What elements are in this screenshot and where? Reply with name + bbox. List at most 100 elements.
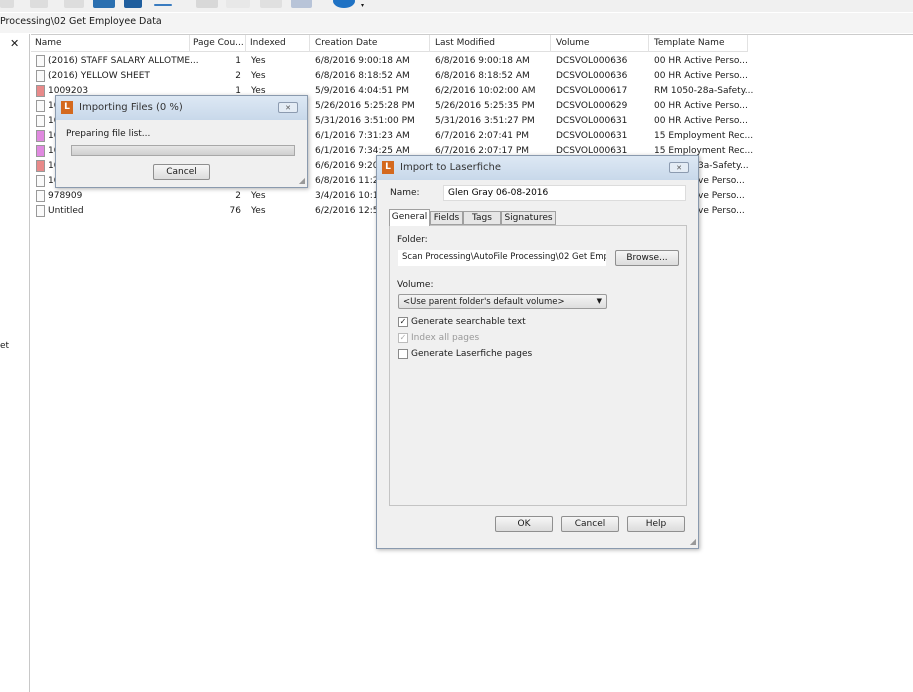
document-icon: [36, 175, 45, 187]
cell-template-name: 3a-Safety...: [698, 161, 749, 171]
table-row[interactable]: (2016) YELLOW SHEET 2 Yes 6/8/2016 8:18:…: [31, 69, 748, 84]
col-template-name[interactable]: Template Name: [654, 38, 724, 48]
checkbox[interactable]: ✓: [398, 317, 408, 327]
cell-last-modified: 6/7/2016 2:07:41 PM: [435, 131, 530, 141]
dropdown-icon[interactable]: ▾: [361, 2, 364, 9]
ok-button[interactable]: OK: [495, 516, 553, 532]
cell-creation-date: 6/8/2016 8:18:52 AM: [315, 71, 410, 81]
checkbox-label: Index all pages: [411, 333, 480, 343]
col-page-count[interactable]: Page Cou...: [193, 38, 244, 48]
cell-creation-date: 5/31/2016 3:51:00 PM: [315, 116, 415, 126]
scanner-icon[interactable]: [93, 0, 115, 8]
laserfiche-logo-icon: L: [61, 101, 73, 114]
left-pane-text: et: [0, 341, 10, 351]
document-icon: [36, 205, 45, 217]
grid-view-icon[interactable]: [291, 0, 312, 8]
name-input[interactable]: [443, 185, 686, 201]
tab-tags[interactable]: Tags: [463, 211, 501, 225]
toolbar-icon[interactable]: [64, 0, 84, 8]
close-icon[interactable]: ✕: [10, 37, 19, 50]
help-button[interactable]: Help: [627, 516, 685, 532]
cell-name: (2016) YELLOW SHEET: [48, 71, 150, 81]
cell-volume: DCSVOL000636: [556, 56, 628, 66]
tab-fields[interactable]: Fields: [430, 211, 463, 225]
progress-bar: [71, 145, 295, 156]
folder-label: Folder:: [397, 235, 428, 245]
table-row[interactable]: (2016) STAFF SALARY ALLOTME... 1 Yes 6/8…: [31, 54, 748, 69]
col-volume[interactable]: Volume: [556, 38, 589, 48]
volume-select-value: <Use parent folder's default volume>: [403, 297, 565, 307]
checkbox[interactable]: [398, 349, 408, 359]
cell-creation-date: 5/9/2016 4:04:51 PM: [315, 86, 410, 96]
left-pane: ✕ et: [0, 34, 30, 692]
col-indexed[interactable]: Indexed: [250, 38, 286, 48]
checkbox-row[interactable]: ✓ Generate searchable text: [398, 317, 598, 329]
volume-label: Volume:: [397, 280, 434, 290]
cell-indexed: Yes: [251, 206, 266, 216]
document-icon: [36, 85, 45, 97]
resize-grip-icon[interactable]: ◢: [299, 176, 305, 185]
toolbar-icon[interactable]: [260, 0, 282, 8]
column-header: Name Page Cou... Indexed Creation Date L…: [31, 35, 748, 52]
cell-page-count: 2: [235, 191, 241, 201]
document-icon: [36, 145, 45, 157]
toolbar-icon[interactable]: [226, 0, 250, 8]
dialog-title: Import to Laserfiche: [400, 162, 502, 173]
cell-creation-date: 6/2/2016 12:54: [315, 206, 385, 216]
checkbox[interactable]: ✓: [398, 333, 408, 343]
checkbox-row[interactable]: ✓ Index all pages: [398, 333, 598, 345]
cell-indexed: Yes: [251, 191, 266, 201]
document-icon: [36, 190, 45, 202]
cell-page-count: 2: [235, 71, 241, 81]
cell-template-name: RM 1050-28a-Safety...: [654, 86, 754, 96]
breadcrumb: Processing\02 Get Employee Data: [0, 13, 913, 33]
browse-button[interactable]: Browse...: [615, 250, 679, 266]
document-icon: [36, 70, 45, 82]
tab-general[interactable]: General: [389, 209, 430, 226]
toolbar-icon[interactable]: [0, 0, 14, 8]
document-icon: [36, 130, 45, 142]
folder-field[interactable]: Scan Processing\AutoFile Processing\02 G…: [398, 250, 606, 266]
volume-select[interactable]: <Use parent folder's default volume> ▼: [398, 294, 607, 309]
col-last-modified[interactable]: Last Modified: [435, 38, 495, 48]
cell-indexed: Yes: [251, 71, 266, 81]
cell-volume: DCSVOL000631: [556, 116, 628, 126]
toolbar-icon[interactable]: [154, 4, 172, 6]
laserfiche-logo-icon: L: [382, 161, 394, 174]
cell-creation-date: 6/8/2016 9:00:18 AM: [315, 56, 410, 66]
cell-template-name: ve Perso...: [698, 176, 745, 186]
cell-template-name: 00 HR Active Perso...: [654, 116, 748, 126]
cell-template-name: ve Perso...: [698, 191, 745, 201]
dialog-titlebar[interactable]: L Importing Files (0 %) ✕: [56, 96, 307, 120]
close-icon[interactable]: ✕: [278, 102, 298, 113]
help-icon[interactable]: [333, 0, 355, 8]
status-text: Preparing file list...: [66, 129, 151, 139]
cell-indexed: Yes: [251, 56, 266, 66]
close-icon[interactable]: ✕: [669, 162, 689, 173]
document-icon: [36, 100, 45, 112]
cell-name: 978909: [48, 191, 83, 201]
general-tab-panel: Folder: Scan Processing\AutoFile Process…: [389, 225, 687, 506]
checkbox-row[interactable]: Generate Laserfiche pages: [398, 349, 598, 361]
cancel-button[interactable]: Cancel: [153, 164, 210, 180]
toolbar: ▾: [0, 0, 913, 12]
cell-last-modified: 6/8/2016 9:00:18 AM: [435, 56, 530, 66]
dialog-titlebar[interactable]: L Import to Laserfiche ✕: [377, 156, 698, 180]
col-creation-date[interactable]: Creation Date: [315, 38, 377, 48]
cell-volume: DCSVOL000617: [556, 86, 628, 96]
cell-last-modified: 6/2/2016 10:02:00 AM: [435, 86, 536, 96]
cell-last-modified: 6/8/2016 8:18:52 AM: [435, 71, 530, 81]
cancel-button[interactable]: Cancel: [561, 516, 619, 532]
resize-grip-icon[interactable]: ◢: [690, 537, 696, 546]
document-icon: [36, 55, 45, 67]
dialog-title: Importing Files (0 %): [79, 102, 183, 113]
toolbar-icon[interactable]: [124, 0, 142, 8]
toolbar-icon[interactable]: [196, 0, 218, 8]
tab-signatures[interactable]: Signatures: [501, 211, 556, 225]
cell-template-name: 00 HR Active Perso...: [654, 71, 748, 81]
col-name[interactable]: Name: [35, 38, 62, 48]
toolbar-icon[interactable]: [30, 0, 48, 8]
tab-bar: General Fields Tags Signatures: [389, 209, 699, 226]
name-label: Name:: [390, 188, 420, 198]
checkbox-label: Generate searchable text: [411, 317, 526, 327]
